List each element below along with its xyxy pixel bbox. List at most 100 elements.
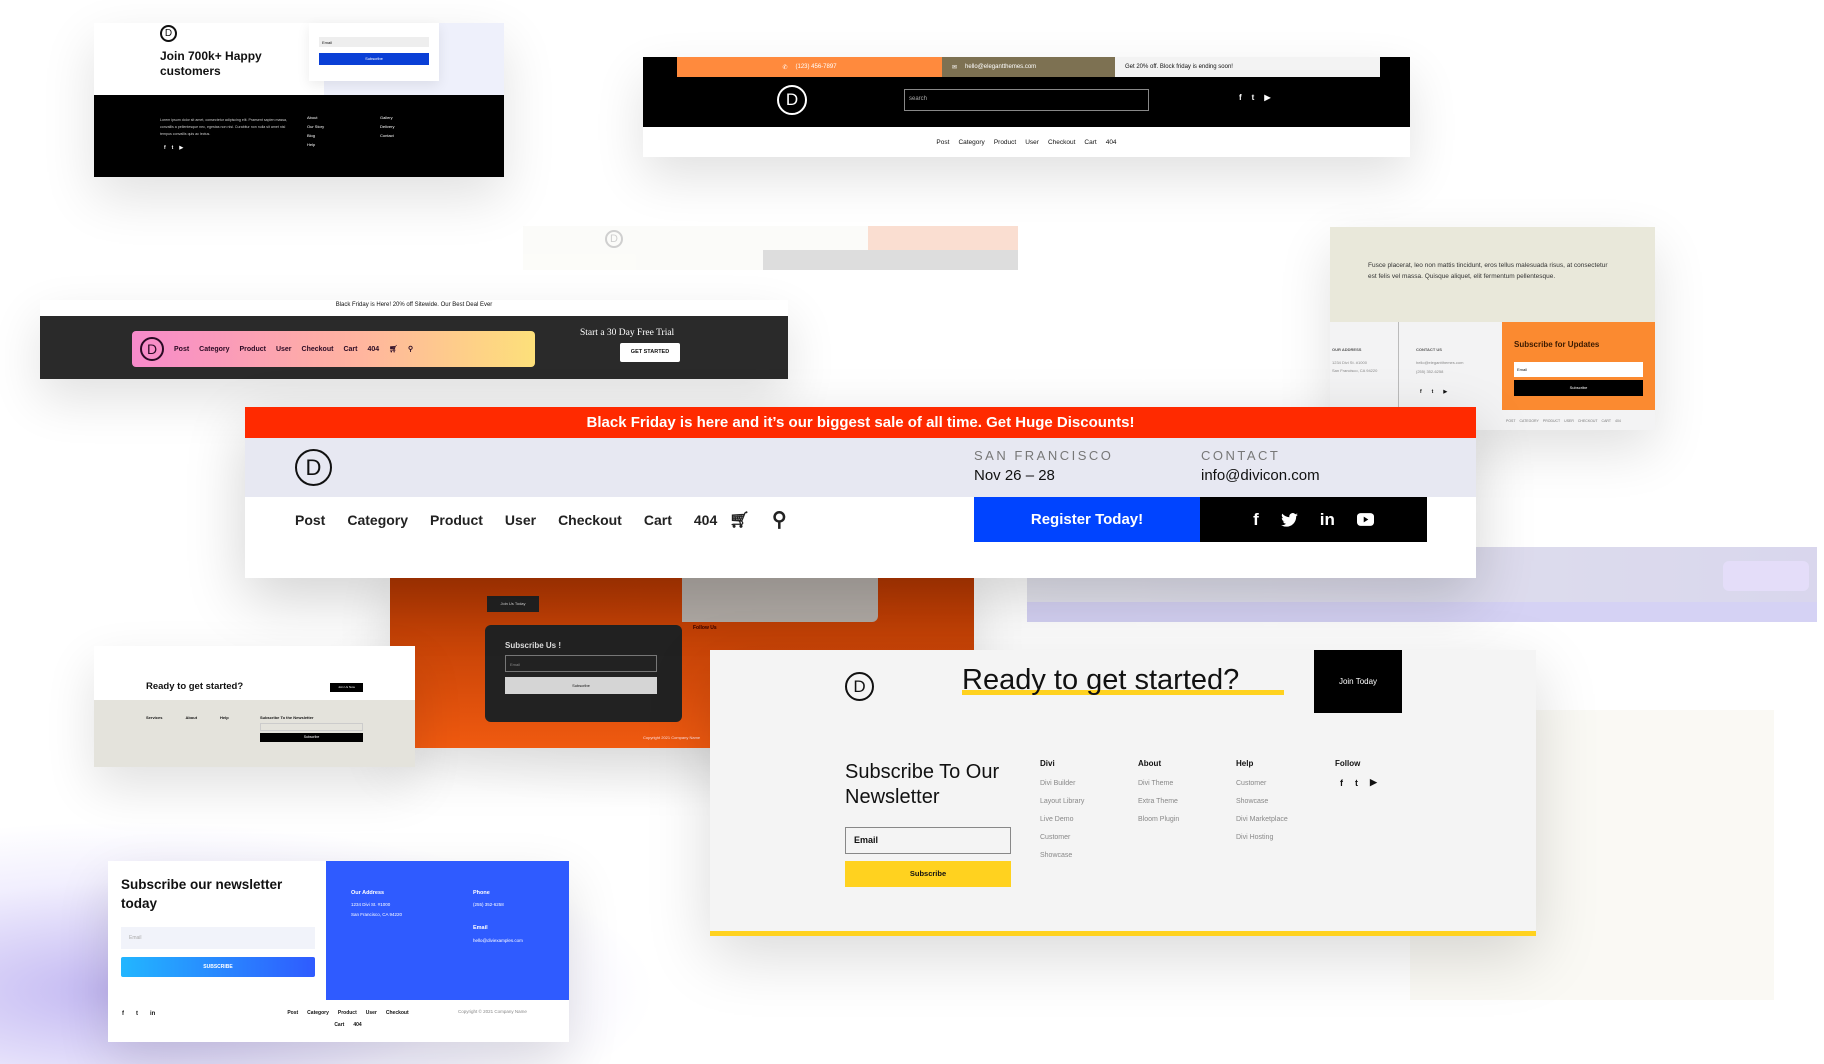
nav-link[interactable]: Cart: [343, 346, 357, 353]
facebook-icon[interactable]: f: [164, 145, 166, 151]
contact-email[interactable]: info@divicon.com: [1201, 467, 1320, 484]
facebook-icon[interactable]: f: [1340, 778, 1343, 788]
subscribe-button[interactable]: Subscribe: [319, 53, 429, 65]
nav-link[interactable]: CART: [1602, 419, 1611, 423]
get-started-button[interactable]: GET STARTED: [620, 343, 680, 362]
footer-link[interactable]: Divi Theme: [1138, 780, 1236, 787]
nav-link[interactable]: Post: [174, 346, 189, 353]
footer-link[interactable]: Our Story: [307, 124, 324, 129]
nav-link[interactable]: User: [366, 1010, 377, 1016]
footer-link[interactable]: Contact: [380, 133, 394, 138]
nav-link[interactable]: 404: [367, 346, 379, 353]
footer-link[interactable]: Customer: [1040, 834, 1138, 841]
email-input[interactable]: Email: [121, 927, 315, 949]
cart-icon[interactable]: 🛒︎: [389, 345, 398, 353]
linkedin-icon[interactable]: in: [1320, 510, 1335, 530]
search-icon[interactable]: ⚲: [772, 507, 787, 532]
youtube-icon[interactable]: [1356, 513, 1374, 526]
nav-link[interactable]: Post: [295, 512, 325, 528]
nav-link[interactable]: Product: [338, 1010, 357, 1016]
footer-link[interactable]: Divi Builder: [1040, 780, 1138, 787]
youtube-icon[interactable]: ▶: [1370, 777, 1377, 788]
nav-link[interactable]: Category: [958, 139, 984, 146]
nav-link[interactable]: USER: [1564, 419, 1574, 423]
subscribe-button[interactable]: Subscribe: [260, 733, 363, 742]
nav-link[interactable]: Category: [199, 346, 229, 353]
nav-link[interactable]: POST: [1506, 419, 1516, 423]
twitter-icon[interactable]: t: [1252, 93, 1255, 102]
footer-link[interactable]: About: [307, 115, 324, 120]
nav-link[interactable]: PRODUCT: [1543, 419, 1560, 423]
nav-link[interactable]: Checkout: [386, 1010, 409, 1016]
nav-link[interactable]: Product: [240, 346, 266, 353]
twitter-icon[interactable]: t: [1432, 389, 1434, 395]
nav-link[interactable]: 404: [1615, 419, 1621, 423]
nav-link[interactable]: CHECKOUT: [1578, 419, 1598, 423]
subscribe-button[interactable]: Subscribe: [1514, 380, 1643, 396]
twitter-icon[interactable]: t: [136, 1011, 138, 1017]
footer-link[interactable]: Delivery: [380, 124, 394, 129]
register-button[interactable]: Register Today!: [974, 497, 1200, 542]
nav-link[interactable]: User: [505, 512, 536, 528]
email-input[interactable]: Email: [845, 827, 1011, 854]
facebook-icon[interactable]: f: [1253, 510, 1259, 530]
join-today-button[interactable]: Join Today: [1314, 650, 1402, 713]
footer-link[interactable]: Extra Theme: [1138, 798, 1236, 805]
footer-link[interactable]: Customer: [1236, 780, 1334, 787]
nav-link[interactable]: 404: [353, 1022, 361, 1028]
youtube-icon[interactable]: ▶: [179, 145, 183, 151]
footer-link[interactable]: Divi Hosting: [1236, 834, 1334, 841]
footer-link[interactable]: Showcase: [1040, 852, 1138, 859]
nav-link[interactable]: Cart: [334, 1022, 344, 1028]
nav-link[interactable]: Product: [430, 512, 483, 528]
join-button[interactable]: Join Us Today: [487, 596, 539, 612]
logo-icon: D: [160, 25, 177, 42]
footer-link[interactable]: Layout Library: [1040, 798, 1138, 805]
column-heading: Help: [220, 715, 229, 720]
search-icon[interactable]: ⚲: [408, 345, 413, 353]
nav-link[interactable]: 404: [694, 512, 717, 528]
footer-link[interactable]: Divi Marketplace: [1236, 816, 1334, 823]
footer-link[interactable]: Bloom Plugin: [1138, 816, 1236, 823]
email-input[interactable]: Email: [505, 655, 657, 672]
nav-link[interactable]: CATEGORY: [1520, 419, 1539, 423]
email-input[interactable]: Email: [1514, 362, 1643, 377]
footer-link[interactable]: Blog: [307, 133, 324, 138]
nav-link[interactable]: Checkout: [558, 512, 622, 528]
nav-link[interactable]: Category: [307, 1010, 329, 1016]
nav-link[interactable]: Cart: [1084, 139, 1096, 146]
twitter-icon[interactable]: [1280, 512, 1298, 527]
twitter-icon[interactable]: t: [1355, 778, 1358, 788]
subscribe-button[interactable]: Subscribe: [505, 677, 657, 694]
email-input[interactable]: Email: [319, 37, 429, 47]
subscribe-button[interactable]: Subscribe: [845, 861, 1011, 887]
footer-card: D Ready to get started? Join Today Subsc…: [710, 650, 1536, 936]
facebook-icon[interactable]: f: [1420, 389, 1422, 395]
nav-link[interactable]: Category: [347, 512, 408, 528]
facebook-icon[interactable]: f: [122, 1011, 124, 1017]
footer-link[interactable]: Help: [307, 142, 324, 147]
nav-link[interactable]: Checkout: [302, 346, 334, 353]
nav-link[interactable]: Cart: [644, 512, 672, 528]
email-input[interactable]: [260, 723, 363, 731]
nav-link[interactable]: Post: [936, 139, 949, 146]
cart-icon[interactable]: 🛒︎: [729, 510, 749, 530]
search-input[interactable]: search: [904, 89, 1149, 111]
subscribe-button[interactable]: SUBSCRIBE: [121, 957, 315, 977]
nav-link[interactable]: Checkout: [1048, 139, 1075, 146]
nav-link[interactable]: Post: [287, 1010, 298, 1016]
linkedin-icon[interactable]: in: [150, 1011, 155, 1017]
facebook-icon[interactable]: f: [1239, 93, 1242, 102]
youtube-icon[interactable]: ▶: [1264, 93, 1270, 102]
join-button[interactable]: Join Us Now: [330, 683, 363, 692]
footer-link[interactable]: Gallery: [380, 115, 394, 120]
footer-link[interactable]: Showcase: [1236, 798, 1334, 805]
nav-link[interactable]: 404: [1106, 139, 1117, 146]
nav-link[interactable]: Product: [994, 139, 1016, 146]
nav-link[interactable]: User: [1025, 139, 1039, 146]
join-card: D Join 700k+ Happy customers Email Subsc…: [94, 23, 504, 177]
youtube-icon[interactable]: ▶: [1443, 389, 1447, 395]
footer-link[interactable]: Live Demo: [1040, 816, 1138, 823]
nav-link[interactable]: User: [276, 346, 292, 353]
twitter-icon[interactable]: t: [172, 145, 174, 151]
